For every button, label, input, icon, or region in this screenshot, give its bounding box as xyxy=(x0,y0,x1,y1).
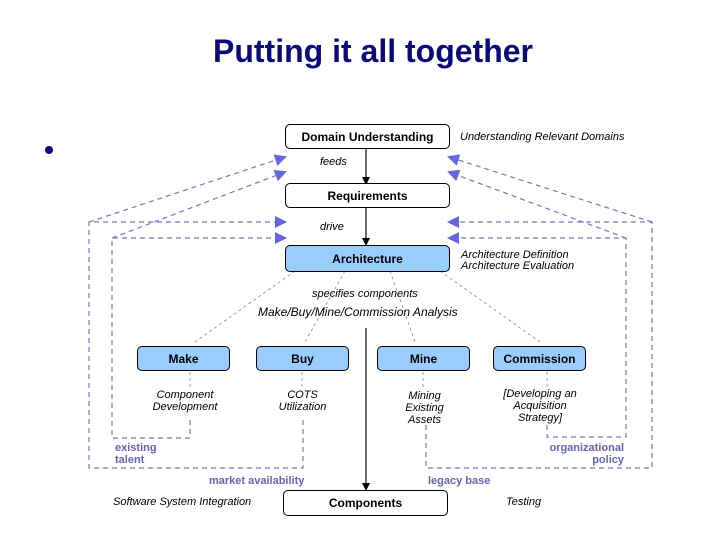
software-system-integration-label: Software System Integration xyxy=(113,496,252,508)
legacy-base-label: legacy base xyxy=(428,475,491,487)
label-line: Existing xyxy=(405,402,444,414)
analysis-label: Make/Buy/Mine/Commission Analysis xyxy=(258,305,458,319)
organizational-policy-label: organizational policy xyxy=(540,442,624,466)
label-line: organizational xyxy=(549,442,624,454)
specifies-components-label: specifies components xyxy=(312,288,418,300)
requirements-box: Requirements xyxy=(285,183,450,208)
acquisition-strategy-label: [Developing an Acquisition Strategy] xyxy=(490,388,590,424)
domain-understanding-box: Domain Understanding xyxy=(285,124,450,149)
label-line: Mining xyxy=(408,390,441,402)
label-line: existing xyxy=(115,442,157,454)
label-line: Development xyxy=(152,401,218,413)
existing-talent-label: existing talent xyxy=(115,442,157,466)
buy-box: Buy xyxy=(256,346,349,371)
testing-label: Testing xyxy=(506,496,542,508)
mining-existing-assets-label: Mining Existing Assets xyxy=(378,390,471,426)
cots-utilization-label: COTS Utilization xyxy=(256,389,349,413)
label-line: Utilization xyxy=(278,401,327,413)
label-line: Strategy] xyxy=(517,412,563,424)
label-line: Assets xyxy=(407,414,441,426)
label-line: Acquisition xyxy=(513,400,567,412)
market-availability-label: market availability xyxy=(209,475,305,487)
drive-label: drive xyxy=(320,221,344,233)
label-line: policy xyxy=(592,454,624,466)
commission-box: Commission xyxy=(493,346,586,371)
understanding-relevant-domains-label: Understanding Relevant Domains xyxy=(460,131,625,143)
mine-box: Mine xyxy=(377,346,470,371)
component-development-label: Component Development xyxy=(140,389,230,413)
architecture-evaluation-label: Architecture Evaluation xyxy=(461,260,575,272)
label-line: COTS xyxy=(287,389,318,401)
label-line: talent xyxy=(115,454,145,466)
feeds-label: feeds xyxy=(320,156,347,168)
make-box: Make xyxy=(137,346,230,371)
label-line: Component xyxy=(156,389,214,401)
label-line: [Developing an xyxy=(503,388,577,400)
components-box: Components xyxy=(283,490,448,516)
architecture-box: Architecture xyxy=(285,245,450,272)
